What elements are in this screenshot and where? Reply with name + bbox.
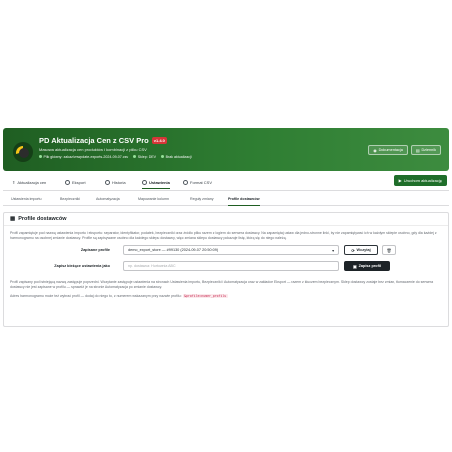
subtab-automation[interactable]: Automatyzacja — [96, 197, 120, 206]
upload-icon: ⇑ — [12, 180, 16, 185]
run-update-button[interactable]: ▶ Uruchom aktualizację — [393, 175, 447, 186]
export-icon — [65, 180, 70, 185]
tab-price-update[interactable]: ⇑ Aktualizacja cen — [12, 176, 46, 189]
play-icon: ▶ — [398, 178, 402, 183]
save-profile-button[interactable]: ▣ Zapisz profil — [344, 261, 390, 272]
subtab-column-mapping[interactable]: Mapowanie kolumn — [138, 197, 169, 206]
saved-profiles-select[interactable]: demo_export_store — #99130 (2024-09-07 2… — [123, 245, 339, 256]
meta-file: Plik główny: zakaz/vnwpdate-exports-2024… — [39, 155, 128, 159]
module-logo-icon — [13, 142, 33, 162]
panel-title: ▩ Profile dostawców — [4, 213, 448, 226]
saved-profiles-label: Zapisane profile — [80, 248, 110, 253]
version-badge: v1.4.0 — [151, 137, 167, 144]
subtab-import-settings[interactable]: Ustawienia importu — [11, 197, 42, 206]
profile-param-code: &profile=numer_profilu — [182, 294, 228, 299]
module-page: PD Aktualizacja Cen z CSV Pro v1.4.0 Maso… — [3, 128, 449, 327]
tab-export[interactable]: Eksport — [65, 176, 86, 189]
book-icon: ◉ — [373, 148, 377, 153]
save-as-label: Zapisz bieżące ustawienia jako — [54, 264, 110, 269]
help-icon — [183, 180, 188, 185]
subtab-supplier-profiles[interactable]: Profile dostawców — [228, 197, 260, 206]
log-icon: ▤ — [415, 148, 420, 153]
settings-subtabs: Ustawienia importu Bezpieczniki Automaty… — [3, 191, 449, 206]
panel-intro: Profil zapamiętuje pod nazwą ustawienia … — [10, 231, 437, 241]
subtab-safeguards[interactable]: Bezpieczniki — [60, 197, 80, 206]
chevron-down-icon: ▾ — [332, 248, 334, 253]
tab-csv-format[interactable]: Format CSV — [183, 176, 212, 189]
delete-profile-button[interactable]: 🗑 — [382, 245, 396, 256]
save-icon: ▣ — [353, 264, 357, 269]
schedule-note: Adres harmonogramu może też wybrać profi… — [10, 294, 228, 299]
meta-shop: Sklep: DEV — [133, 155, 156, 159]
profile-note: Profil zapisany pod istniejącą nazwą zas… — [10, 280, 434, 290]
log-button[interactable]: ▤ Dziennik — [410, 145, 441, 155]
load-profile-button[interactable]: ⟳ Wczytaj — [344, 245, 378, 256]
supplier-profiles-panel: ▩ Profile dostawców Profil zapamiętuje po… — [3, 212, 449, 327]
documentation-button[interactable]: ◉ Dokumentacja — [368, 145, 408, 155]
settings-icon — [142, 179, 147, 185]
module-title: PD Aktualizacja Cen z CSV Pro v1.4.0 — [39, 136, 167, 145]
profile-name-input[interactable]: np. dostawca: Hurtownia ABC — [123, 261, 339, 272]
saved-profiles-row: Zapisane profile demo_export_store — #99… — [10, 244, 442, 257]
module-header: PD Aktualizacja Cen z CSV Pro v1.4.0 Maso… — [3, 128, 449, 171]
history-icon — [105, 180, 110, 185]
meta-updates: Brak aktualizacji — [161, 155, 192, 159]
tab-history[interactable]: Historia — [105, 176, 126, 189]
module-subtitle: Masowa aktualizacja cen produktów i komb… — [39, 147, 147, 152]
profile-icon: ▩ — [10, 216, 16, 222]
header-buttons: ◉ Dokumentacja ▤ Dziennik — [368, 145, 441, 155]
load-icon: ⟳ — [351, 248, 355, 253]
tab-settings[interactable]: Ustawienia — [142, 176, 170, 189]
main-tabs: ⇑ Aktualizacja cen Eksport Historia Ustaw… — [3, 171, 449, 191]
save-as-row: Zapisz bieżące ustawienia jako np. dosta… — [10, 260, 442, 273]
trash-icon: 🗑 — [386, 247, 392, 253]
subtab-change-rules[interactable]: Reguły zmiany — [190, 197, 214, 206]
header-meta: Plik główny: zakaz/vnwpdate-exports-2024… — [39, 155, 192, 159]
